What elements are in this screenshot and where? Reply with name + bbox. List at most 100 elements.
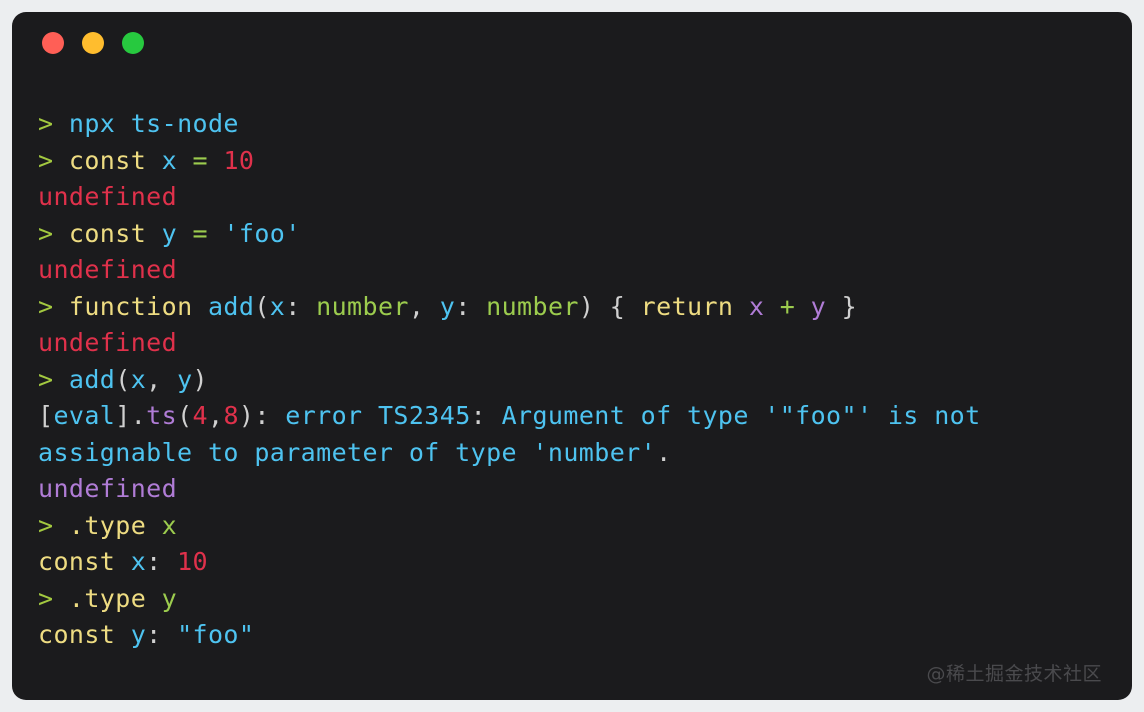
terminal-token: .type	[68, 510, 147, 540]
terminal-line: undefined	[38, 252, 1106, 289]
terminal-token: )	[238, 401, 255, 430]
terminal-token: x	[130, 547, 147, 576]
terminal-token: :	[254, 401, 286, 430]
terminal-token: 4	[192, 401, 208, 430]
terminal-line: > function add(x: number, y: number) { r…	[38, 289, 1106, 326]
terminal-token: )	[192, 364, 208, 394]
terminal-token: y	[161, 583, 178, 613]
terminal-token: >	[38, 145, 69, 175]
terminal-token: ,	[146, 364, 178, 394]
terminal-token: :	[455, 291, 487, 321]
terminal-token: 'foo'	[223, 218, 301, 248]
terminal-token: const	[38, 620, 116, 649]
terminal-token: return	[640, 291, 734, 321]
terminal-token: npx ts-node	[68, 109, 239, 138]
terminal-token: +	[779, 291, 796, 321]
terminal-token: ts	[146, 401, 178, 430]
terminal-token: add	[68, 364, 116, 394]
terminal-token: )	[578, 291, 595, 321]
terminal-token: x	[161, 145, 178, 175]
terminal-token: >	[38, 218, 69, 248]
terminal-line: assignable to parameter of type 'number'…	[38, 435, 1106, 472]
terminal-token: :	[146, 620, 178, 649]
terminal-token: .	[130, 401, 147, 430]
terminal-token: number	[486, 291, 579, 321]
terminal-token: [	[38, 401, 54, 430]
terminal-token: ,	[408, 291, 440, 321]
terminal-token: error TS2345	[285, 401, 471, 430]
watermark-label: @稀土掘金技术社区	[926, 663, 1102, 685]
terminal-token: {	[609, 291, 626, 321]
terminal-line: undefined	[38, 325, 1106, 362]
close-window-button[interactable]	[42, 32, 64, 54]
terminal-token: .type	[68, 583, 147, 613]
terminal-token: :	[470, 401, 487, 430]
terminal-token: y	[810, 291, 827, 321]
terminal-line: undefined	[38, 179, 1106, 216]
terminal-token: =	[192, 145, 208, 175]
terminal-token: >	[38, 583, 69, 613]
terminal-token: >	[38, 109, 69, 138]
terminal-token: function	[68, 291, 193, 321]
terminal-window: > npx ts-node > const x = 10 undefined > co…	[12, 12, 1132, 700]
terminal-line: > npx ts-node	[38, 106, 1106, 143]
terminal-token: x	[269, 291, 286, 321]
terminal-token: undefined	[38, 474, 178, 503]
terminal-line: > .type y	[38, 581, 1106, 618]
terminal-output-area[interactable]: > npx ts-node > const x = 10 undefined > co…	[12, 74, 1132, 654]
terminal-token: Argument of type '"foo"' is not	[486, 401, 981, 430]
terminal-token: 8	[223, 401, 239, 430]
terminal-token: >	[38, 364, 69, 394]
terminal-line: const x: 10	[38, 544, 1106, 581]
terminal-token: x	[748, 291, 765, 321]
terminal-token: "foo"	[177, 620, 255, 649]
terminal-token: (	[115, 364, 131, 394]
terminal-token: eval	[53, 401, 116, 430]
terminal-token: }	[841, 291, 858, 321]
terminal-token: add	[207, 291, 255, 321]
terminal-line: const y: "foo"	[38, 617, 1106, 654]
terminal-token: number	[316, 291, 409, 321]
terminal-line: undefined	[38, 471, 1106, 508]
terminal-line: > add(x, y)	[38, 362, 1106, 399]
terminal-line: > const y = 'foo'	[38, 216, 1106, 253]
minimize-window-button[interactable]	[82, 32, 104, 54]
terminal-line: [eval].ts(4,8): error TS2345: Argument o…	[38, 398, 1106, 435]
terminal-token: y	[439, 291, 456, 321]
terminal-token: >	[38, 510, 69, 540]
terminal-token: y	[177, 364, 193, 394]
terminal-token: 10	[223, 145, 255, 175]
terminal-token: .	[656, 437, 672, 467]
terminal-token: const	[38, 547, 116, 576]
terminal-token: 10	[177, 547, 208, 576]
terminal-token: (	[177, 401, 193, 430]
terminal-titlebar	[12, 12, 1132, 74]
terminal-token: const	[68, 145, 147, 175]
terminal-token: :	[146, 547, 178, 576]
terminal-token: const	[68, 218, 147, 248]
maximize-window-button[interactable]	[122, 32, 144, 54]
terminal-token: y	[161, 218, 178, 248]
terminal-token: y	[130, 620, 147, 649]
terminal-token: >	[38, 291, 69, 321]
terminal-token: :	[285, 291, 317, 321]
terminal-token: undefined	[38, 328, 178, 357]
terminal-token: x	[130, 364, 147, 394]
terminal-token: =	[192, 218, 208, 248]
